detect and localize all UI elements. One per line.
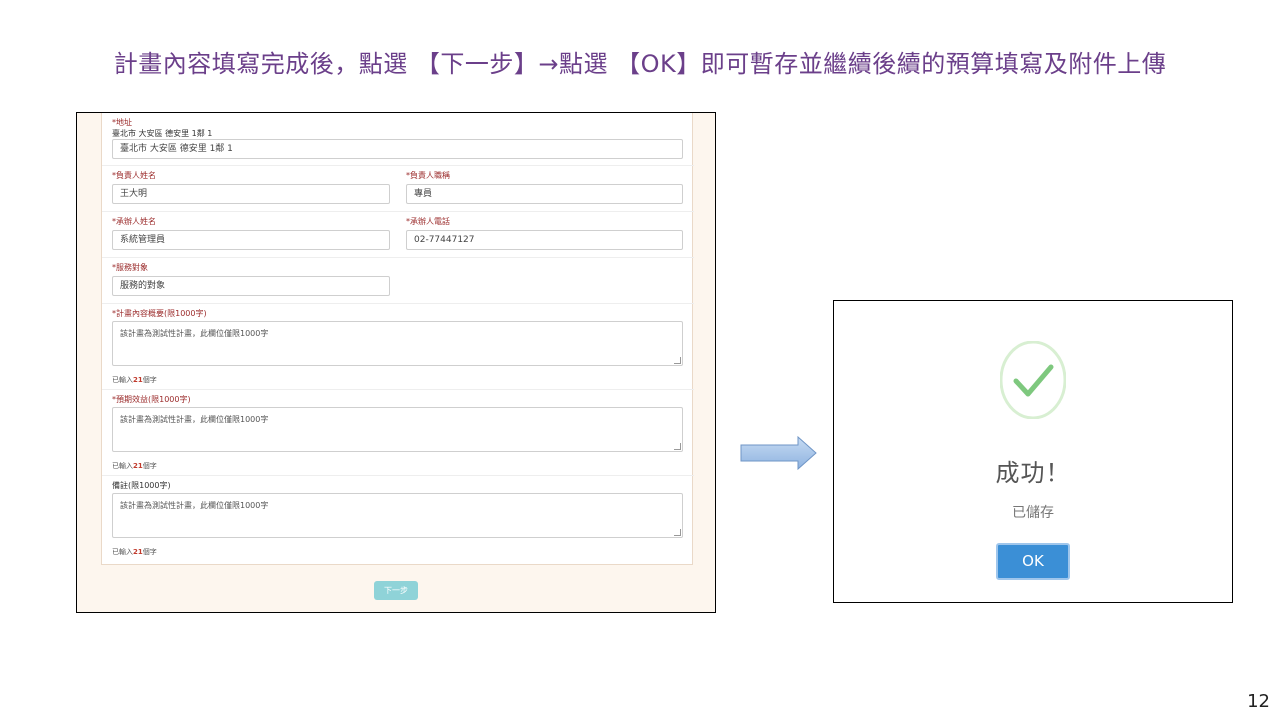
- responsible-title-input[interactable]: 專員: [406, 184, 683, 204]
- remarks-text: 該計畫為測試性計畫，此欄位僅限1000字: [120, 501, 269, 510]
- expected-benefit-count: 已輸入21個字: [112, 462, 157, 470]
- address-row: *地址 臺北市 大安區 德安里 1鄰 1 臺北市 大安區 德安里 1鄰 1: [102, 113, 694, 161]
- expected-benefit-row: *預期效益(限1000字) 該計畫為測試性計畫，此欄位僅限1000字 已輸入21…: [102, 389, 694, 476]
- contractor-name-label: *承辦人姓名: [112, 217, 156, 226]
- form-panel: *地址 臺北市 大安區 德安里 1鄰 1 臺北市 大安區 德安里 1鄰 1 *負…: [101, 113, 694, 565]
- contractor-row: *承辦人姓名 系統管理員 *承辦人電話 02-77447127: [102, 211, 694, 257]
- right-arrow-icon: [740, 436, 817, 470]
- contractor-name-input[interactable]: 系統管理員: [112, 230, 390, 250]
- responsible-name-label: *負責人姓名: [112, 171, 156, 180]
- slide-title: 計畫內容填寫完成後，點選 【下一步】→點選 【OK】即可暫存並繼續後續的預算填寫…: [113, 50, 1167, 78]
- address-input[interactable]: 臺北市 大安區 德安里 1鄰 1: [112, 139, 683, 159]
- contractor-phone-label: *承辦人電話: [406, 217, 450, 226]
- remarks-row: 備註(限1000字) 該計畫為測試性計畫，此欄位僅限1000字 已輸入21個字: [102, 475, 694, 562]
- service-target-row: *服務對象 服務的對象: [102, 257, 694, 303]
- responsible-name-input[interactable]: 王大明: [112, 184, 390, 204]
- dialog-title: 成功！: [995, 459, 1071, 487]
- expected-benefit-textarea[interactable]: 該計畫為測試性計畫，此欄位僅限1000字: [112, 407, 683, 452]
- address-label: *地址: [112, 118, 132, 127]
- ok-button[interactable]: OK: [996, 543, 1070, 580]
- plan-summary-row: *計畫內容概要(限1000字) 該計畫為測試性計畫，此欄位僅限1000字 已輸入…: [102, 303, 694, 390]
- remarks-textarea[interactable]: 該計畫為測試性計畫，此欄位僅限1000字: [112, 493, 683, 538]
- expected-benefit-text: 該計畫為測試性計畫，此欄位僅限1000字: [120, 415, 269, 424]
- responsible-row: *負責人姓名 王大明 *負責人職稱 專員: [102, 165, 694, 211]
- resize-grip-icon[interactable]: [674, 443, 681, 450]
- responsible-title-label: *負責人職稱: [406, 171, 450, 180]
- plan-summary-textarea[interactable]: 該計畫為測試性計畫，此欄位僅限1000字: [112, 321, 683, 366]
- remarks-label: 備註(限1000字): [112, 481, 171, 490]
- service-target-label: *服務對象: [112, 263, 148, 272]
- resize-grip-icon[interactable]: [674, 357, 681, 364]
- plan-summary-text: 該計畫為測試性計畫，此欄位僅限1000字: [120, 329, 269, 338]
- contractor-phone-input[interactable]: 02-77447127: [406, 230, 683, 250]
- plan-summary-count: 已輸入21個字: [112, 376, 157, 384]
- success-dialog: 成功！ 已儲存 OK: [833, 300, 1233, 603]
- check-icon: [1000, 341, 1066, 419]
- remarks-count: 已輸入21個字: [112, 548, 157, 556]
- next-step-button[interactable]: 下一步: [374, 581, 418, 600]
- dialog-message: 已儲存: [1012, 505, 1054, 521]
- resize-grip-icon[interactable]: [674, 529, 681, 536]
- service-target-input[interactable]: 服務的對象: [112, 276, 390, 296]
- expected-benefit-label: *預期效益(限1000字): [112, 395, 191, 404]
- page-number: 12: [1247, 691, 1270, 712]
- plan-summary-label: *計畫內容概要(限1000字): [112, 309, 207, 318]
- form-screenshot: *地址 臺北市 大安區 德安里 1鄰 1 臺北市 大安區 德安里 1鄰 1 *負…: [76, 112, 716, 613]
- address-sub: 臺北市 大安區 德安里 1鄰 1: [112, 129, 213, 138]
